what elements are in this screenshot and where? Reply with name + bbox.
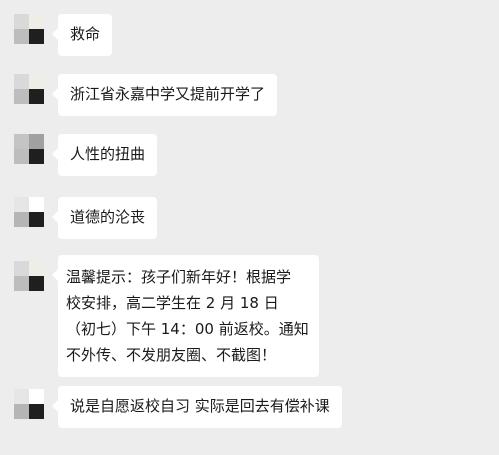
message-bubble[interactable]: 温馨提示：孩子们新年好！根据学 校安排，高二学生在 2 月 18 日 （初七）下… — [52, 255, 319, 377]
message-bubble[interactable]: 人性的扭曲 — [51, 134, 158, 176]
avatar-mosaic-tile — [29, 89, 44, 104]
avatar-mosaic-tile — [29, 197, 44, 212]
message-text-line: 校安排，高二学生在 2 月 18 日 — [66, 294, 279, 312]
message-bubble[interactable]: 道德的沦丧 — [51, 197, 158, 239]
avatar-mosaic-tile — [29, 212, 44, 227]
avatar-mosaic-tile — [29, 74, 44, 89]
message-bubble[interactable]: 说是自愿返校自习 实际是回去有偿补课 — [52, 386, 342, 428]
message-text: 道德的沦丧 — [70, 208, 146, 226]
avatar[interactable] — [14, 74, 44, 104]
avatar-mosaic-tile — [29, 404, 44, 419]
avatar-mosaic-tile — [14, 29, 29, 44]
avatar-mosaic-tile — [29, 261, 44, 276]
message-text: 救命 — [70, 25, 101, 43]
avatar[interactable] — [14, 14, 44, 44]
message-bubble[interactable]: 救命 — [51, 14, 113, 56]
chat-message-list: 救命 浙江省永嘉中学又提前开学了 人性的扭曲 道德的沦丧 温馨提示：孩子们新年好… — [0, 0, 499, 455]
avatar-mosaic-tile — [29, 29, 44, 44]
message-text-line: 不外传、不发朋友圈、不截图！ — [66, 346, 277, 364]
avatar-mosaic-tile — [29, 276, 44, 291]
avatar-mosaic-tile — [29, 134, 44, 149]
message-text-line: （初七）下午 14：00 前返校。通知 — [66, 320, 309, 338]
avatar-mosaic-tile — [29, 149, 44, 164]
message-text: 浙江省永嘉中学又提前开学了 — [70, 85, 266, 103]
avatar-mosaic-tile — [29, 14, 44, 29]
message-text: 人性的扭曲 — [70, 145, 146, 163]
avatar[interactable] — [14, 134, 44, 164]
message-text-line: 温馨提示：孩子们新年好！根据学 — [66, 268, 292, 286]
message-bubble[interactable]: 浙江省永嘉中学又提前开学了 — [51, 74, 278, 116]
avatar[interactable] — [14, 197, 44, 227]
avatar-mosaic-tile — [29, 389, 44, 404]
avatar-mosaic-tile — [14, 74, 29, 89]
message-text: 说是自愿返校自习 实际是回去有偿补课 — [70, 397, 330, 415]
avatar-mosaic-tile — [14, 389, 29, 404]
avatar-mosaic-tile — [14, 14, 29, 29]
avatar[interactable] — [14, 261, 44, 291]
avatar-mosaic-tile — [14, 197, 29, 212]
avatar-mosaic-tile — [14, 276, 29, 291]
avatar-mosaic-tile — [14, 149, 29, 164]
avatar-mosaic-tile — [14, 404, 29, 419]
avatar-mosaic-tile — [14, 134, 29, 149]
avatar-mosaic-tile — [14, 89, 29, 104]
avatar[interactable] — [14, 389, 44, 419]
avatar-mosaic-tile — [14, 212, 29, 227]
avatar-mosaic-tile — [14, 261, 29, 276]
